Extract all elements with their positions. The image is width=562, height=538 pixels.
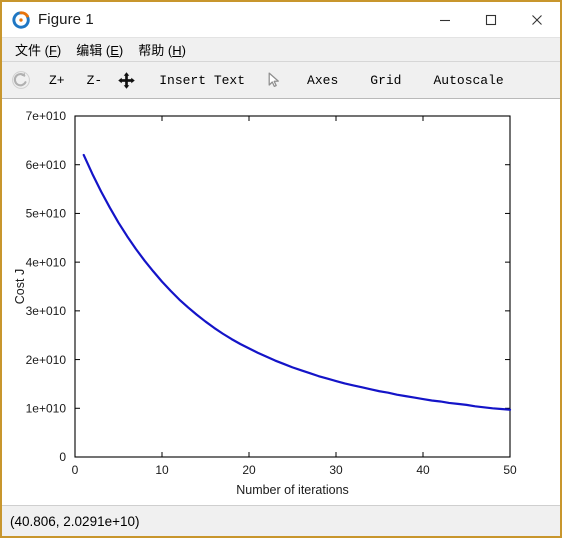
y-tick-label: 1e+010 xyxy=(26,401,67,415)
y-tick-label: 2e+010 xyxy=(26,353,67,367)
window-controls xyxy=(422,2,560,37)
grid-button[interactable]: Grid xyxy=(363,70,408,91)
insert-text-button[interactable]: Insert Text xyxy=(152,70,252,91)
minimize-icon xyxy=(440,19,450,21)
zoom-out-button[interactable]: Z- xyxy=(80,70,110,91)
menu-item-file[interactable]: 文件 (F) xyxy=(9,38,70,62)
maximize-button[interactable] xyxy=(468,2,514,37)
y-tick-label: 6e+010 xyxy=(26,158,67,172)
chart-ylabel: Cost J xyxy=(13,269,27,304)
x-tick-label: 20 xyxy=(242,463,256,477)
y-tick-label: 0 xyxy=(59,450,66,464)
status-bar: (40.806, 2.0291e+10) xyxy=(2,505,560,536)
menu-item-file-label: 文件 xyxy=(15,42,42,58)
undo-rotate-button[interactable] xyxy=(8,67,34,93)
menu-bar: 文件 (F) 编辑 (E) 帮助 (H) xyxy=(2,37,560,62)
select-pointer-icon xyxy=(268,72,279,88)
zoom-in-button[interactable]: Z+ xyxy=(42,70,72,91)
octave-logo-icon xyxy=(12,10,30,29)
select-pointer-button[interactable] xyxy=(261,67,287,93)
minimize-button[interactable] xyxy=(422,2,468,37)
toolbar: Z+ Z- Insert Text Axes Grid Autoscale xyxy=(2,62,560,99)
autoscale-button[interactable]: Autoscale xyxy=(426,70,510,91)
y-tick-label: 7e+010 xyxy=(26,109,67,123)
menu-item-file-mnemonic: F xyxy=(48,42,57,58)
y-tick-label: 4e+010 xyxy=(26,255,67,269)
y-tick-label: 3e+010 xyxy=(26,304,67,318)
menu-item-edit-label: 编辑 xyxy=(76,42,103,58)
menu-item-help[interactable]: 帮助 (H) xyxy=(132,38,195,62)
cursor-coordinates-readout: (40.806, 2.0291e+10) xyxy=(10,513,140,529)
menu-item-edit-mnemonic: E xyxy=(110,42,119,58)
window-title: Figure 1 xyxy=(38,11,94,28)
title-bar: Figure 1 xyxy=(2,2,560,37)
pan-move-icon xyxy=(117,71,135,89)
close-button[interactable] xyxy=(514,2,560,37)
close-icon xyxy=(532,14,542,25)
menu-item-help-label: 帮助 xyxy=(138,42,165,58)
y-tick-label: 5e+010 xyxy=(26,207,67,221)
figure-window: Figure 1 文件 (F) 编辑 (E) 帮助 (H) Z+ Z- Inse… xyxy=(0,0,562,538)
menu-item-help-mnemonic: H xyxy=(172,42,182,58)
x-tick-label: 0 xyxy=(72,463,79,477)
x-tick-label: 40 xyxy=(416,463,430,477)
cost-convergence-chart: 0 10 20 30 40 50 0 1e+010 2e+010 3e+010 4e+010 5e+… xyxy=(2,99,560,501)
maximize-icon xyxy=(485,14,497,25)
chart-xlabel: Number of iterations xyxy=(236,483,349,497)
pan-move-button[interactable] xyxy=(113,67,139,93)
axes-button[interactable]: Axes xyxy=(300,70,345,91)
x-tick-label: 50 xyxy=(503,463,517,477)
x-tick-label: 10 xyxy=(155,463,169,477)
menu-item-edit[interactable]: 编辑 (E) xyxy=(70,38,132,62)
x-tick-label: 30 xyxy=(329,463,343,477)
plot-canvas[interactable]: 0 10 20 30 40 50 0 1e+010 2e+010 3e+010 4e+010 5e+… xyxy=(2,99,560,501)
undo-rotate-icon xyxy=(12,71,30,89)
